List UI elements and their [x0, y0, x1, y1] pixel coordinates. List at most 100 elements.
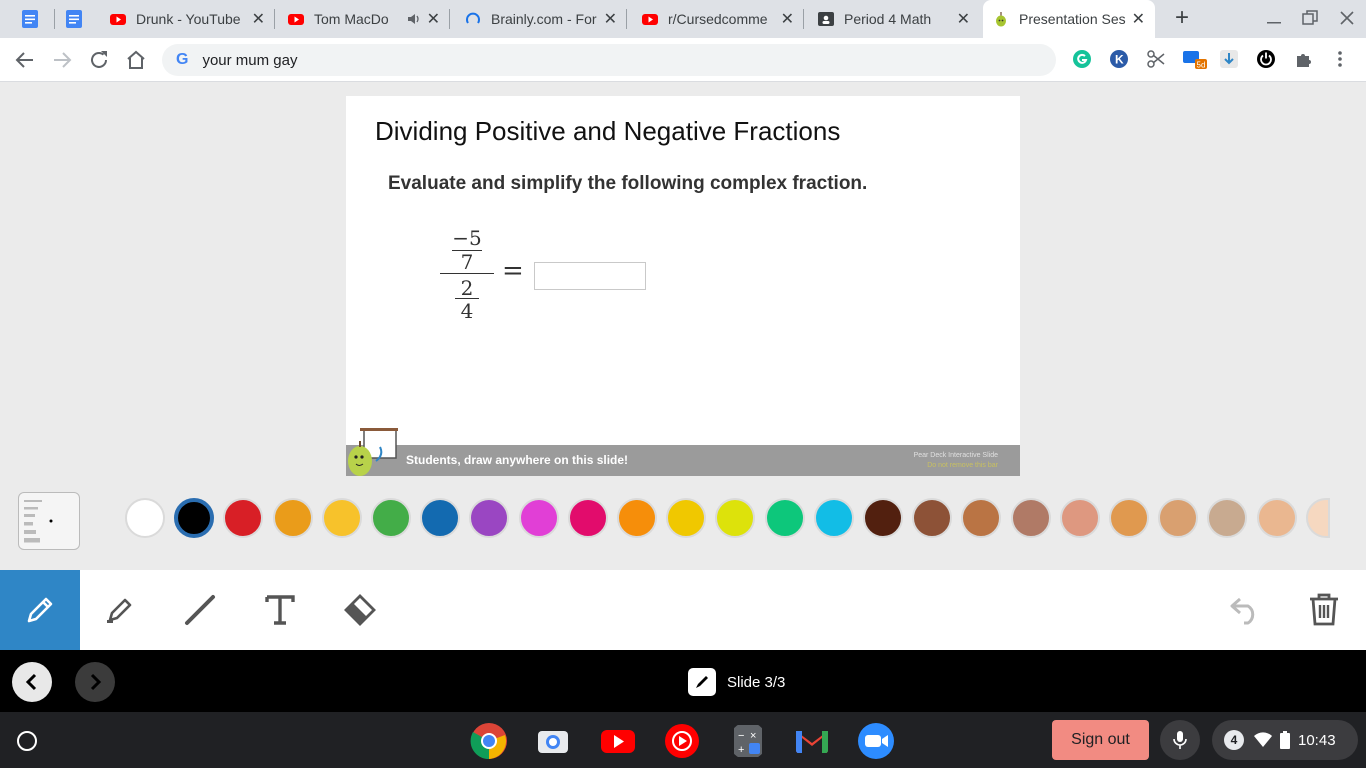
system-tray[interactable]: 4 10:43 — [1212, 720, 1358, 760]
brush-size-button[interactable] — [18, 492, 80, 550]
google-docs-icon[interactable] — [64, 9, 84, 29]
color-swatch[interactable] — [961, 498, 1001, 538]
color-swatch[interactable] — [568, 498, 608, 538]
forward-icon[interactable] — [50, 48, 74, 72]
draw-slide-icon — [688, 668, 716, 696]
svg-text:×: × — [750, 730, 756, 742]
color-swatch[interactable] — [1257, 498, 1297, 538]
zoom-icon[interactable] — [857, 722, 895, 760]
undo-icon[interactable] — [1228, 591, 1264, 627]
next-slide-button[interactable] — [75, 662, 115, 702]
tab-period-4-math[interactable]: Period 4 Math ✕ — [808, 0, 980, 38]
marker-tool-button[interactable] — [80, 570, 160, 650]
restore-icon[interactable] — [1300, 8, 1320, 28]
color-swatch[interactable] — [125, 498, 165, 538]
wifi-icon — [1254, 732, 1272, 747]
color-swatch[interactable] — [765, 498, 805, 538]
color-swatch[interactable] — [223, 498, 263, 538]
reload-icon[interactable] — [87, 48, 111, 72]
tab-reddit-cursed[interactable]: r/Cursedcomme ✕ — [632, 0, 804, 38]
tab-presentation-session[interactable]: Presentation Ses ✕ — [983, 0, 1155, 38]
youtube-music-icon[interactable] — [663, 722, 701, 760]
color-swatch[interactable] — [1207, 498, 1247, 538]
back-icon[interactable] — [13, 48, 37, 72]
microphone-button[interactable] — [1160, 720, 1200, 760]
youtube-app-icon[interactable] — [599, 722, 637, 760]
eraser-tool-button[interactable] — [320, 570, 400, 650]
screencast-icon[interactable]: 5d — [1183, 49, 1207, 69]
slide-counter-text: Slide 3/3 — [727, 673, 786, 691]
text-tool-button[interactable] — [240, 570, 320, 650]
close-icon[interactable]: ✕ — [427, 9, 440, 29]
color-swatch[interactable] — [371, 498, 411, 538]
svg-text:−: − — [738, 730, 744, 742]
pear-mascot-icon — [348, 428, 398, 476]
extensions-icon[interactable] — [1293, 49, 1313, 69]
color-swatch[interactable] — [273, 498, 313, 538]
color-palette — [0, 488, 1366, 550]
color-swatch[interactable] — [1109, 498, 1149, 538]
color-swatch[interactable] — [666, 498, 706, 538]
color-swatch[interactable] — [617, 498, 657, 538]
gmail-icon[interactable] — [793, 722, 831, 760]
google-docs-icon[interactable] — [20, 9, 40, 29]
trash-icon[interactable] — [1307, 591, 1341, 627]
color-swatch[interactable] — [1306, 498, 1330, 538]
color-swatch[interactable] — [174, 498, 214, 538]
address-text[interactable]: your mum gay — [202, 52, 297, 69]
svg-text:+: + — [738, 744, 744, 756]
pencil-tool-button[interactable] — [0, 570, 80, 650]
numerator-top: −5 — [452, 226, 482, 250]
speaker-icon[interactable] — [407, 12, 421, 26]
color-swatch[interactable] — [1158, 498, 1198, 538]
color-swatch[interactable] — [912, 498, 952, 538]
grammarly-icon[interactable] — [1072, 49, 1092, 69]
color-swatch[interactable] — [322, 498, 362, 538]
tab-title: r/Cursedcomme — [668, 11, 768, 27]
tab-tom-macdonald[interactable]: Tom MacDo ✕ — [278, 0, 450, 38]
power-icon[interactable] — [1256, 49, 1276, 69]
address-bar[interactable]: G your mum gay — [162, 44, 1056, 76]
color-swatch[interactable] — [1011, 498, 1051, 538]
minimize-icon[interactable] — [1264, 8, 1284, 28]
color-swatch[interactable] — [1060, 498, 1100, 538]
previous-slide-button[interactable] — [12, 662, 52, 702]
close-icon[interactable]: ✕ — [252, 9, 265, 29]
clock-time: 10:43 — [1298, 731, 1336, 749]
close-window-icon[interactable] — [1337, 8, 1357, 28]
slide-footer-bar: Students, draw anywhere on this slide! P… — [346, 428, 1020, 476]
color-swatch[interactable] — [420, 498, 460, 538]
slide-canvas[interactable]: Dividing Positive and Negative Fractions… — [346, 96, 1020, 476]
close-icon[interactable]: ✕ — [604, 9, 617, 29]
google-icon: G — [176, 51, 189, 68]
answer-input-box[interactable] — [534, 262, 646, 290]
camera-icon[interactable] — [534, 722, 572, 760]
color-swatch[interactable] — [814, 498, 854, 538]
pear-extension-icon[interactable] — [1219, 49, 1239, 69]
line-tool-button[interactable] — [160, 570, 240, 650]
battery-icon — [1280, 731, 1290, 749]
microphone-icon — [1173, 731, 1187, 749]
launcher-icon[interactable] — [17, 731, 37, 751]
equals-sign: = — [502, 256, 524, 286]
color-swatch[interactable] — [863, 498, 903, 538]
calculator-icon[interactable]: − × + — [729, 722, 767, 760]
tab-drunk-youtube[interactable]: Drunk - YouTube ✕ — [100, 0, 275, 38]
close-icon[interactable]: ✕ — [957, 9, 970, 29]
peardeck-brand: Pear Deck Interactive Slide Do not remov… — [914, 451, 998, 471]
close-icon[interactable]: ✕ — [1132, 9, 1145, 29]
sign-out-button[interactable]: Sign out — [1052, 720, 1149, 760]
color-swatch[interactable] — [519, 498, 559, 538]
peardeck-icon — [996, 12, 1006, 27]
close-icon[interactable]: ✕ — [781, 9, 794, 29]
new-tab-button[interactable]: + — [1170, 6, 1194, 30]
kami-icon[interactable]: K — [1109, 49, 1129, 69]
chrome-icon[interactable] — [470, 722, 508, 760]
denominator-top: 2 — [460, 276, 474, 300]
home-icon[interactable] — [124, 48, 148, 72]
more-menu-icon[interactable] — [1330, 49, 1350, 69]
color-swatch[interactable] — [715, 498, 755, 538]
color-swatch[interactable] — [469, 498, 509, 538]
scissors-icon[interactable] — [1146, 49, 1166, 69]
tab-brainly[interactable]: Brainly.com - For ✕ — [455, 0, 627, 38]
